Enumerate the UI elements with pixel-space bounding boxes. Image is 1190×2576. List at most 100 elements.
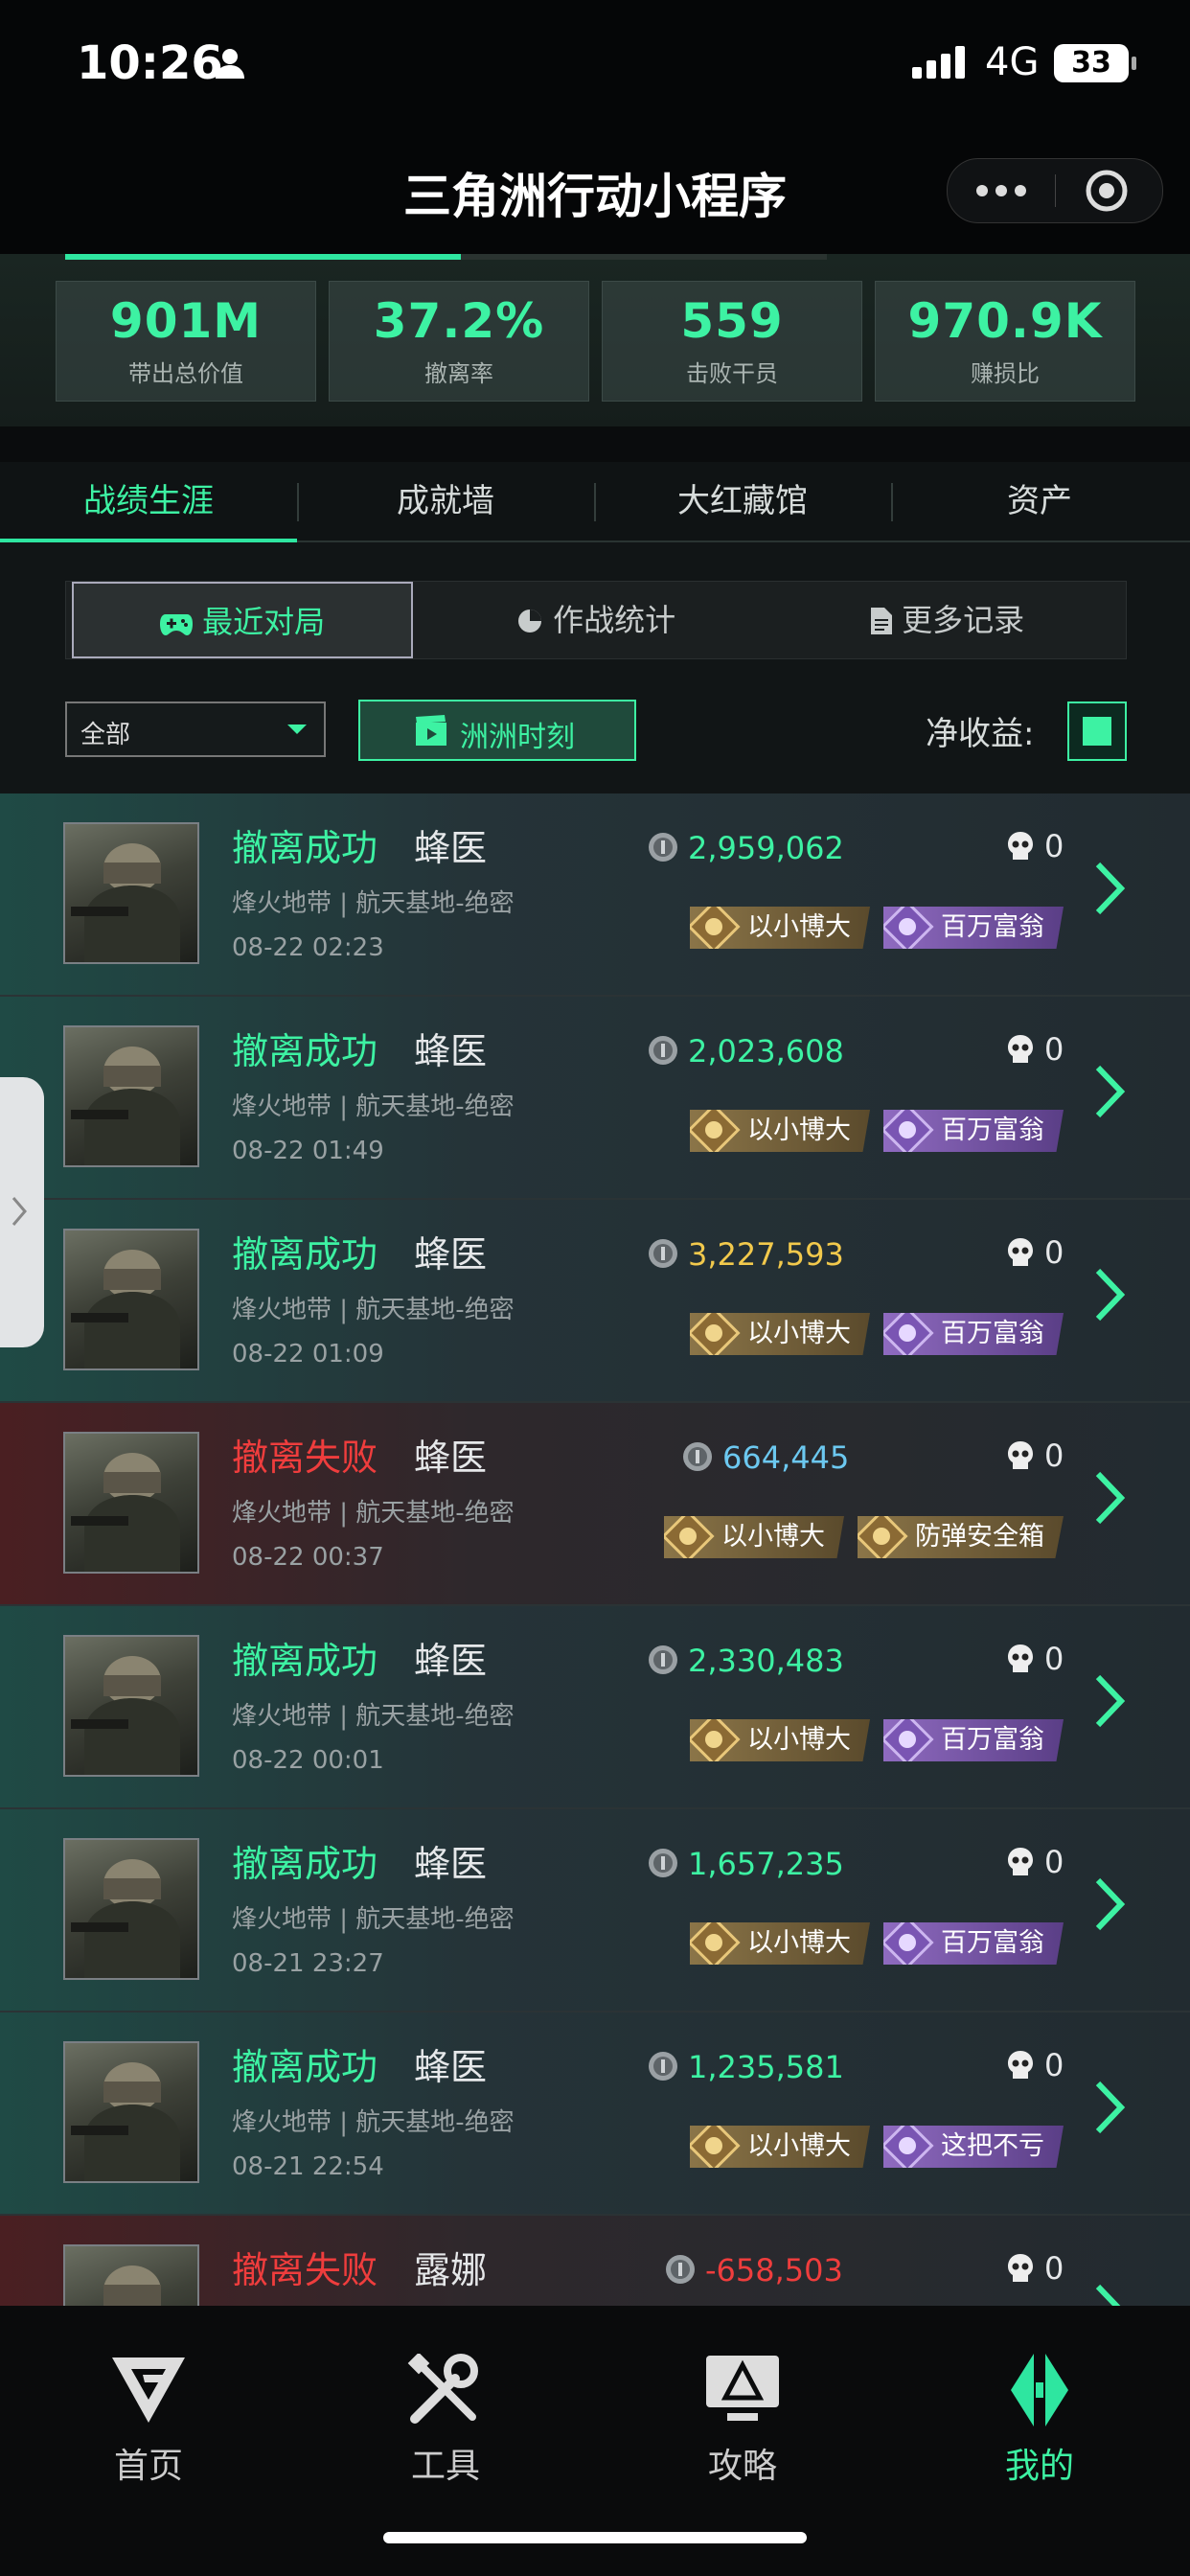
coin-icon	[683, 1442, 712, 1471]
tab-career[interactable]: 战绩生涯	[0, 462, 297, 540]
nav-profile[interactable]: 我的	[891, 2354, 1188, 2488]
nav-home[interactable]: 首页	[0, 2354, 297, 2488]
match-row[interactable]: 撤离成功 蜂医 烽火地带 | 航天基地-绝密 08-22 01:09 3,227,593…	[0, 1200, 1190, 1403]
coin-icon	[649, 1645, 677, 1674]
badge-label: 以小博大	[747, 1725, 851, 1755]
chevron-right-icon	[1095, 862, 1126, 915]
match-datetime: 08-22 00:01	[232, 1746, 384, 1775]
map-name: 烽火地带 | 航天基地-绝密	[232, 1905, 515, 1934]
moments-label: 洲洲时刻	[460, 721, 575, 754]
chevron-right-icon	[1095, 1065, 1126, 1118]
subtab-more-records[interactable]: 更多记录	[871, 582, 1024, 658]
subtab-recent-matches[interactable]: 最近对局	[72, 582, 413, 658]
moments-button[interactable]: 洲洲时刻	[358, 700, 636, 761]
badge-label: 百万富翁	[941, 1928, 1044, 1958]
side-drawer-handle[interactable]	[0, 1077, 44, 1347]
subtab-combat-stats[interactable]: 作战统计	[516, 582, 675, 658]
operator-avatar	[63, 1635, 199, 1777]
achievement-badge: 以小博大	[690, 1719, 870, 1761]
nav-tools[interactable]: 工具	[297, 2354, 594, 2488]
map-name: 烽火地带 | 航天基地-绝密	[232, 1092, 515, 1121]
match-result: 撤离成功	[232, 1233, 378, 1276]
net-profit-checkbox[interactable]	[1067, 702, 1127, 761]
content-area: 最近对局 作战统计 更多记录 全部 洲洲时刻 净收益: 撤离成功 蜂医 烽火地带 |…	[0, 542, 1190, 2419]
badge-label: 百万富翁	[941, 1319, 1044, 1348]
match-value: 1,657,235	[688, 1846, 844, 1882]
coin-icon	[649, 2052, 677, 2081]
operator-portrait-icon	[71, 1046, 180, 1165]
operator-name: 露娜	[414, 2249, 488, 2291]
operator-name: 蜂医	[414, 2046, 488, 2088]
badge-label: 百万富翁	[941, 912, 1044, 942]
match-datetime: 08-22 01:09	[232, 1340, 384, 1368]
tab-collection[interactable]: 大红藏馆	[594, 462, 891, 540]
kill-count: 0	[1044, 2250, 1064, 2287]
match-result: 撤离成功	[232, 827, 378, 869]
gold-badge-icon	[664, 1516, 715, 1558]
subtab-label: 最近对局	[202, 604, 326, 640]
operator-name: 蜂医	[414, 1233, 488, 1276]
coin-icon	[649, 1036, 677, 1065]
badge-label: 百万富翁	[941, 1116, 1044, 1145]
match-row[interactable]: 撤离成功 蜂医 烽火地带 | 航天基地-绝密 08-21 22:54 1,235,581…	[0, 2012, 1190, 2216]
achievement-badge: 以小博大	[690, 1313, 870, 1355]
achievement-badge: 以小博大	[690, 1110, 870, 1152]
kill-count: 0	[1044, 2047, 1064, 2083]
gamepad-icon	[159, 614, 193, 635]
operator-name: 蜂医	[414, 1437, 488, 1479]
skull-icon	[1008, 1848, 1033, 1875]
crystal-badge-icon	[883, 1313, 934, 1355]
mini-program-navbar: 三角洲行动小程序	[0, 129, 1190, 254]
match-value: 2,023,608	[688, 1033, 844, 1070]
crystal-badge-icon	[883, 1719, 934, 1761]
gold-badge-icon	[690, 1719, 741, 1761]
tab-assets[interactable]: 资产	[891, 462, 1188, 540]
coin-icon	[649, 1849, 677, 1877]
operator-avatar	[63, 1838, 199, 1980]
subtab-label: 作战统计	[553, 602, 676, 638]
tools-icon	[407, 2354, 478, 2424]
kill-count: 0	[1044, 1031, 1064, 1068]
achievement-badge: 以小博大	[690, 2126, 870, 2168]
person-icon	[216, 49, 244, 79]
match-row[interactable]: 撤离成功 蜂医 烽火地带 | 航天基地-绝密 08-21 23:27 1,657,235…	[0, 1809, 1190, 2012]
stat-value: 901M	[109, 293, 263, 349]
kill-count: 0	[1044, 1438, 1064, 1474]
tab-achievements[interactable]: 成就墙	[297, 462, 594, 540]
match-datetime: 08-22 00:37	[232, 1543, 384, 1572]
more-icon[interactable]	[948, 159, 1055, 222]
gold-badge-icon	[858, 1516, 908, 1558]
map-name: 烽火地带 | 航天基地-绝密	[232, 1702, 515, 1731]
coin-icon	[649, 833, 677, 862]
match-row[interactable]: 撤离成功 蜂医 烽火地带 | 航天基地-绝密 08-22 01:49 2,023,608…	[0, 997, 1190, 1200]
operator-name: 蜂医	[414, 1030, 488, 1072]
stat-label: 赚损比	[971, 360, 1040, 387]
crystal-badge-icon	[883, 2126, 934, 2168]
map-name: 烽火地带 | 航天基地-绝密	[232, 889, 515, 918]
mode-filter-select[interactable]: 全部	[65, 702, 326, 757]
crystal-badge-icon	[883, 1922, 934, 1965]
badge-label: 以小博大	[747, 1116, 851, 1145]
capsule-divider	[1055, 174, 1056, 207]
gold-badge-icon	[690, 1922, 741, 1965]
nav-label: 首页	[113, 2447, 183, 2486]
stat-label: 撤离率	[424, 360, 493, 387]
operator-portrait-icon	[71, 1656, 180, 1775]
match-row[interactable]: 撤离成功 蜂医 烽火地带 | 航天基地-绝密 08-22 00:01 2,330,483…	[0, 1606, 1190, 1809]
stat-extract-rate: 37.2% 撤离率	[329, 281, 589, 402]
chevron-right-icon	[1095, 1471, 1126, 1525]
match-result: 撤离成功	[232, 1640, 378, 1682]
stat-value: 37.2%	[373, 293, 545, 349]
close-target-icon[interactable]	[1085, 169, 1129, 213]
operator-name: 蜂医	[414, 1843, 488, 1885]
nav-guides[interactable]: 攻略	[594, 2354, 891, 2488]
gold-badge-icon	[690, 907, 741, 949]
stat-label: 带出总价值	[128, 360, 243, 387]
coin-icon	[666, 2255, 695, 2284]
match-row[interactable]: 撤离成功 蜂医 烽火地带 | 航天基地-绝密 08-22 02:23 2,959,062…	[0, 794, 1190, 997]
match-value: -658,503	[705, 2252, 843, 2288]
match-value: 2,959,062	[688, 830, 844, 866]
map-name: 烽火地带 | 航天基地-绝密	[232, 1499, 515, 1528]
skull-icon	[1008, 1441, 1033, 1469]
match-row[interactable]: 撤离失败 蜂医 烽火地带 | 航天基地-绝密 08-22 00:37 664,445 0 防…	[0, 1403, 1190, 1606]
